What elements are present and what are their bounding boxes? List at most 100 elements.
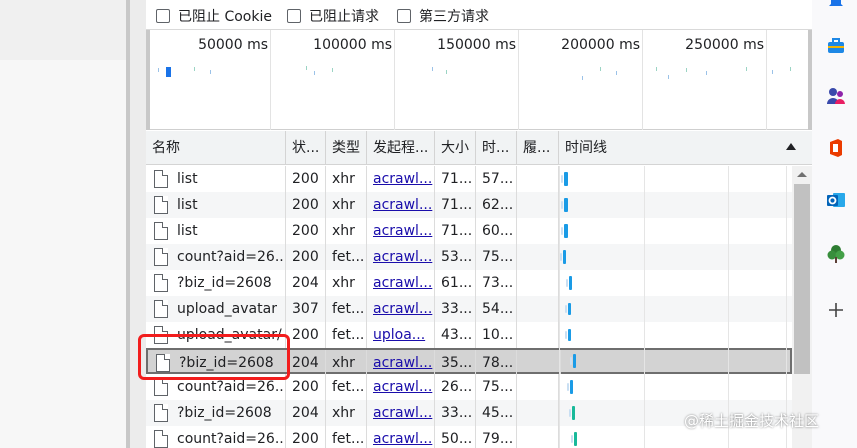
column-header-size[interactable]: 大小	[435, 131, 476, 165]
overview-activity-mark	[616, 71, 617, 75]
request-size-cell: 33...	[435, 400, 476, 426]
overview-activity-mark	[306, 66, 307, 70]
request-time-cell: 60...	[476, 218, 517, 244]
blocked-requests-checkbox[interactable]: 已阻止请求	[287, 6, 379, 26]
column-header-type[interactable]: 类型	[326, 131, 367, 165]
outlook-icon[interactable]	[826, 190, 846, 210]
waterfall-queue-bar	[565, 305, 567, 313]
request-fulfilled-cell	[517, 374, 559, 400]
table-row[interactable]: list 200 xhr acrawl... 71... 57...	[146, 166, 792, 192]
table-body: list 200 xhr acrawl... 71... 57... list 200 xhr a…	[146, 166, 792, 448]
overview-tick-label: 50000 ms	[198, 37, 268, 53]
column-header-time[interactable]: 时...	[476, 131, 517, 165]
request-type-cell: xhr	[326, 218, 367, 244]
column-header-status[interactable]: 状...	[286, 131, 326, 165]
checkbox-box[interactable]	[397, 9, 411, 23]
timeline-overview[interactable]: 50000 ms 100000 ms 150000 ms 200000 ms 2…	[146, 30, 812, 130]
request-initiator-cell[interactable]: acrawl...	[367, 400, 435, 426]
request-type-cell: fet...	[326, 244, 367, 270]
waterfall-divider	[559, 166, 560, 448]
waterfall-gridline	[644, 166, 645, 448]
request-name-cell[interactable]: list	[146, 192, 286, 218]
request-status-cell: 200	[286, 426, 326, 448]
waterfall-gridline	[786, 166, 787, 448]
sort-ascending-icon[interactable]	[786, 143, 796, 150]
request-name-cell[interactable]: list	[146, 218, 286, 244]
overview-activity-mark	[790, 67, 791, 71]
overview-gridline	[270, 30, 271, 130]
request-initiator-cell[interactable]: acrawl...	[367, 244, 435, 270]
tree-icon[interactable]	[826, 244, 846, 264]
waterfall-queue-bar	[569, 409, 571, 417]
request-status-cell: 200	[286, 244, 326, 270]
table-row[interactable]: list 200 xhr acrawl... 71... 60...	[146, 218, 792, 244]
request-status-cell: 200	[286, 218, 326, 244]
request-name-cell[interactable]: ?biz_id=2608	[146, 270, 286, 296]
request-size-cell: 35...	[435, 350, 476, 376]
overview-activity-mark	[314, 71, 315, 75]
waterfall-queue-bar	[560, 253, 562, 261]
request-initiator-cell[interactable]: uploa...	[367, 322, 435, 348]
checkbox-box[interactable]	[156, 9, 170, 23]
overview-activity-mark	[656, 67, 657, 71]
column-header-initiator[interactable]: 发起程...	[367, 131, 435, 165]
table-row[interactable]: count?aid=26... 200 fet... acrawl... 53... 75…	[146, 244, 792, 270]
bell-icon[interactable]	[826, 0, 846, 12]
column-header-waterfall[interactable]: 时间线	[559, 131, 812, 165]
request-name-cell[interactable]: count?aid=26...	[146, 426, 286, 448]
network-panel: 已阻止 Cookie 已阻止请求 第三方请求 50000 ms 100000 m…	[146, 0, 812, 448]
request-status-cell: 204	[286, 400, 326, 426]
request-initiator-cell[interactable]: acrawl...	[367, 192, 435, 218]
request-name: list	[177, 197, 198, 213]
overview-activity-mark	[686, 68, 687, 72]
table-scrollbar[interactable]	[792, 166, 812, 448]
document-icon	[154, 300, 168, 318]
overview-activity-mark	[210, 70, 211, 74]
request-status-cell: 200	[286, 192, 326, 218]
request-name-cell[interactable]: upload_avatar	[146, 296, 286, 322]
page-content-area	[0, 0, 126, 448]
column-header-name[interactable]: 名称	[146, 131, 286, 165]
request-size-cell: 71...	[435, 218, 476, 244]
add-icon[interactable]	[826, 300, 846, 320]
request-initiator-cell[interactable]: acrawl...	[367, 296, 435, 322]
request-initiator-cell[interactable]: acrawl...	[367, 426, 435, 448]
request-initiator-cell[interactable]: acrawl...	[367, 166, 435, 192]
third-party-checkbox[interactable]: 第三方请求	[397, 6, 489, 26]
overview-left-handle[interactable]	[146, 30, 150, 130]
people-icon[interactable]	[826, 86, 846, 106]
request-initiator-cell[interactable]: acrawl...	[367, 218, 435, 244]
request-type-cell: fet...	[326, 426, 367, 448]
request-status-cell: 200	[286, 374, 326, 400]
request-name-cell[interactable]: count?aid=26...	[146, 244, 286, 270]
request-name-cell[interactable]: list	[146, 166, 286, 192]
blocked-cookies-label: 已阻止 Cookie	[178, 9, 272, 25]
overview-activity-mark	[746, 67, 747, 71]
request-size-cell: 61...	[435, 270, 476, 296]
request-size-cell: 26...	[435, 374, 476, 400]
scroll-up-arrow-icon[interactable]	[797, 172, 807, 177]
office-icon[interactable]	[826, 138, 846, 158]
scrollbar-thumb[interactable]	[794, 184, 810, 374]
table-row[interactable]: upload_avatar 307 fet... acrawl... 33... 54..…	[146, 296, 792, 322]
waterfall-gridline	[728, 166, 729, 448]
request-name-cell[interactable]: ?biz_id=2608	[146, 400, 286, 426]
request-initiator-cell[interactable]: acrawl...	[367, 350, 435, 376]
waterfall-queue-bar	[561, 227, 563, 235]
request-initiator-cell[interactable]: acrawl...	[367, 270, 435, 296]
request-initiator-cell[interactable]: acrawl...	[367, 374, 435, 400]
overview-activity-mark	[582, 76, 583, 80]
column-header-fulfilled[interactable]: 履...	[517, 131, 559, 165]
table-row[interactable]: ?biz_id=2608 204 xhr acrawl... 61... 73...	[146, 270, 792, 296]
request-fulfilled-cell	[517, 270, 559, 296]
request-time-cell: 78...	[476, 350, 517, 376]
request-name: count?aid=26...	[177, 249, 286, 265]
waterfall-bar	[568, 329, 571, 341]
briefcase-icon[interactable]	[826, 36, 846, 56]
request-type-cell: xhr	[326, 270, 367, 296]
checkbox-box[interactable]	[287, 9, 301, 23]
blocked-cookies-checkbox[interactable]: 已阻止 Cookie	[156, 6, 272, 26]
table-row[interactable]: list 200 xhr acrawl... 71... 62...	[146, 192, 792, 218]
request-fulfilled-cell	[517, 426, 559, 448]
overview-activity-mark	[166, 67, 171, 77]
